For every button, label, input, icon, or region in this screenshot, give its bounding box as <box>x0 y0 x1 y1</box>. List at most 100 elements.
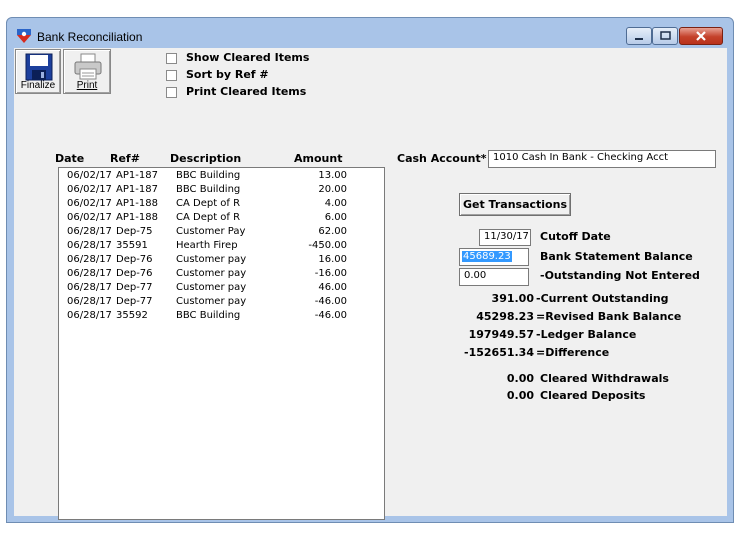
print-label: Print <box>76 80 98 91</box>
floppy-disk-icon <box>25 53 53 81</box>
description-column-header: Description <box>170 152 242 165</box>
date-column-header: Date <box>55 152 85 165</box>
table-row[interactable]: 06/02/17 AP1-187 BBC Building 13.00 <box>59 170 384 184</box>
ref-cell: Dep-75 <box>116 226 153 237</box>
amount-cell: 4.00 <box>324 198 347 209</box>
app-icon <box>17 29 31 43</box>
ref-cell: 35592 <box>116 310 148 321</box>
bank-statement-balance-label: Bank Statement Balance <box>540 250 693 263</box>
amount-column-header: Amount <box>294 152 343 165</box>
amount-cell: 16.00 <box>318 254 347 265</box>
title-bar[interactable]: Bank Reconciliation <box>7 18 733 48</box>
cutoff-date-label: Cutoff Date <box>540 230 611 243</box>
date-cell: 06/28/17 <box>67 282 112 293</box>
description-cell: Customer Pay <box>176 226 246 237</box>
amount-cell: 62.00 <box>318 226 347 237</box>
window-title: Bank Reconciliation <box>37 30 143 44</box>
close-icon <box>696 31 706 41</box>
print-cleared-items-label: Print Cleared Items <box>186 85 307 98</box>
description-cell: Customer pay <box>176 254 247 265</box>
table-row[interactable]: 06/28/17 35592 BBC Building -46.00 <box>59 310 384 324</box>
amount-cell: -46.00 <box>314 296 347 307</box>
ref-cell: 35591 <box>116 240 148 251</box>
table-row[interactable]: 06/02/17 AP1-188 CA Dept of R 6.00 <box>59 212 384 226</box>
show-cleared-items-label: Show Cleared Items <box>186 51 310 64</box>
show-cleared-items-checkbox[interactable] <box>166 53 177 64</box>
ref-cell: Dep-76 <box>116 268 153 279</box>
ledger-balance-label: -Ledger Balance <box>536 328 637 341</box>
minimize-button[interactable] <box>626 27 652 45</box>
sort-by-ref-checkbox[interactable] <box>166 70 177 81</box>
print-cleared-items-checkbox[interactable] <box>166 87 177 98</box>
date-cell: 06/28/17 <box>67 268 112 279</box>
description-cell: BBC Building <box>176 310 241 321</box>
revised-bank-balance-label: =Revised Bank Balance <box>536 310 682 323</box>
maximize-icon <box>660 31 671 40</box>
date-cell: 06/02/17 <box>67 184 112 195</box>
amount-cell: 13.00 <box>318 170 347 181</box>
bank-statement-balance-field[interactable]: 45689.23 <box>459 248 529 266</box>
ref-column-header: Ref# <box>110 152 140 165</box>
print-button[interactable]: Print <box>63 49 111 94</box>
ref-cell: AP1-188 <box>116 198 158 209</box>
cutoff-date-field[interactable]: 11/30/17 <box>479 229 531 246</box>
date-cell: 06/28/17 <box>67 226 112 237</box>
ref-cell: AP1-187 <box>116 184 158 195</box>
description-cell: CA Dept of R <box>176 198 241 209</box>
date-cell: 06/28/17 <box>67 310 112 321</box>
ref-cell: Dep-77 <box>116 296 153 307</box>
outstanding-not-entered-field[interactable]: 0.00 <box>459 268 529 286</box>
description-cell: Customer pay <box>176 282 247 293</box>
ref-cell: AP1-188 <box>116 212 158 223</box>
ledger-balance-value: 197949.57 <box>468 328 534 341</box>
date-cell: 06/02/17 <box>67 212 112 223</box>
cleared-withdrawals-label: Cleared Withdrawals <box>540 372 669 385</box>
maximize-button[interactable] <box>652 27 678 45</box>
date-cell: 06/28/17 <box>67 254 112 265</box>
description-cell: Hearth Firep <box>176 240 238 251</box>
date-cell: 06/02/17 <box>67 170 112 181</box>
transactions-list[interactable]: 06/02/17 AP1-187 BBC Building 13.00 06/0… <box>58 167 385 520</box>
bank-statement-balance-value: 45689.23 <box>462 251 512 262</box>
amount-cell: 20.00 <box>318 184 347 195</box>
table-row[interactable]: 06/28/17 Dep-77 Customer pay -46.00 <box>59 296 384 310</box>
current-outstanding-value: 391.00 <box>491 292 534 305</box>
difference-value: -152651.34 <box>464 346 534 359</box>
table-row[interactable]: 06/28/17 Dep-76 Customer pay 16.00 <box>59 254 384 268</box>
minimize-icon <box>635 38 643 40</box>
current-outstanding-label: -Current Outstanding <box>536 292 669 305</box>
bank-reconciliation-window: Bank Reconciliation Finalize Print Show … <box>6 17 734 523</box>
revised-bank-balance-value: 45298.23 <box>476 310 534 323</box>
date-cell: 06/28/17 <box>67 296 112 307</box>
description-cell: BBC Building <box>176 184 241 195</box>
amount-cell: 6.00 <box>324 212 347 223</box>
difference-label: =Difference <box>536 346 610 359</box>
finalize-button[interactable]: Finalize <box>15 49 61 94</box>
table-row[interactable]: 06/28/17 35591 Hearth Firep -450.00 <box>59 240 384 254</box>
ref-cell: AP1-187 <box>116 170 158 181</box>
date-cell: 06/02/17 <box>67 198 112 209</box>
cleared-withdrawals-value: 0.00 <box>506 372 534 385</box>
sort-by-ref-label: Sort by Ref # <box>186 68 269 81</box>
table-row[interactable]: 06/28/17 Dep-77 Customer pay 46.00 <box>59 282 384 296</box>
amount-cell: -450.00 <box>308 240 347 251</box>
date-cell: 06/28/17 <box>67 240 112 251</box>
amount-cell: -16.00 <box>314 268 347 279</box>
description-cell: BBC Building <box>176 170 241 181</box>
cash-account-label: Cash Account* <box>397 152 487 165</box>
table-row[interactable]: 06/28/17 Dep-76 Customer pay -16.00 <box>59 268 384 282</box>
close-button[interactable] <box>679 27 723 45</box>
table-row[interactable]: 06/02/17 AP1-188 CA Dept of R 4.00 <box>59 198 384 212</box>
cash-account-field[interactable]: 1010 Cash In Bank - Checking Acct <box>488 150 716 168</box>
description-cell: Customer pay <box>176 268 247 279</box>
table-row[interactable]: 06/02/17 AP1-187 BBC Building 20.00 <box>59 184 384 198</box>
cleared-deposits-label: Cleared Deposits <box>540 389 646 402</box>
client-area: Finalize Print Show Cleared Items Sort b… <box>14 48 727 520</box>
cleared-deposits-value: 0.00 <box>506 389 534 402</box>
table-row[interactable]: 06/28/17 Dep-75 Customer Pay 62.00 <box>59 226 384 240</box>
amount-cell: 46.00 <box>318 282 347 293</box>
description-cell: CA Dept of R <box>176 212 241 223</box>
finalize-label: Finalize <box>20 80 56 91</box>
get-transactions-button[interactable]: Get Transactions <box>459 193 571 216</box>
amount-cell: -46.00 <box>314 310 347 321</box>
